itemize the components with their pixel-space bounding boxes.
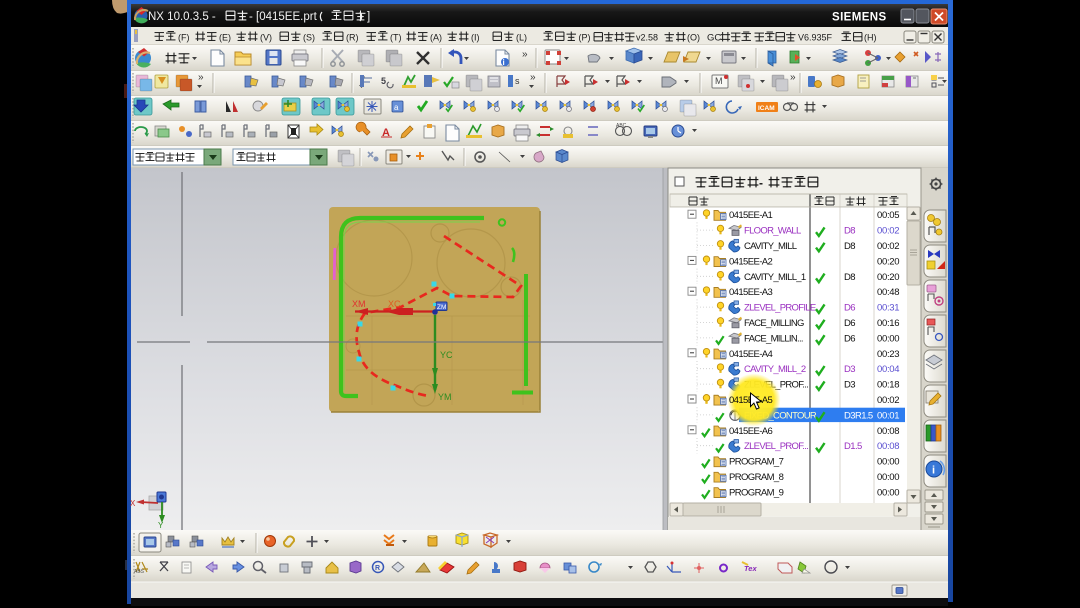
svg-text:(I): (I)	[471, 33, 480, 43]
svg-text:(R): (R)	[346, 33, 359, 43]
svg-text:CAVITY_MILL_1: CAVITY_MILL_1	[744, 272, 806, 283]
svg-text:ZLEVEL_PROF...: ZLEVEL_PROF...	[744, 441, 808, 452]
svg-text:00:48: 00:48	[877, 287, 899, 298]
svg-text:D3: D3	[844, 380, 855, 391]
svg-text:(V): (V)	[260, 33, 272, 43]
svg-text:00:02: 00:02	[877, 395, 899, 406]
svg-text:(E): (E)	[219, 33, 231, 43]
svg-text:FACE_MILLIN...: FACE_MILLIN...	[744, 333, 803, 344]
svg-text:i: i	[932, 465, 935, 477]
svg-text:R: R	[375, 565, 380, 572]
svg-text:D3: D3	[844, 364, 855, 375]
svg-text:»: »	[530, 72, 536, 83]
svg-text:V6.935F: V6.935F	[798, 33, 833, 43]
svg-text:ZLEVEL_PROFILE: ZLEVEL_PROFILE	[744, 303, 816, 314]
svg-text:ABC: ABC	[616, 123, 627, 129]
svg-text:NX 10.0.3.5 -: NX 10.0.3.5 -	[148, 11, 216, 23]
svg-text:(L): (L)	[516, 33, 527, 43]
svg-text:D6: D6	[844, 303, 855, 314]
svg-text:D3R1.5: D3R1.5	[844, 410, 873, 421]
svg-text:D8: D8	[844, 272, 855, 283]
svg-text:0415EE-A3: 0415EE-A3	[729, 287, 773, 298]
svg-text:0415EE-A6: 0415EE-A6	[729, 426, 773, 437]
svg-text:D1.5: D1.5	[844, 441, 862, 452]
svg-text:ICAM: ICAM	[758, 105, 775, 112]
svg-text:00:04: 00:04	[877, 364, 899, 375]
svg-text:Tex: Tex	[744, 564, 757, 573]
svg-text:FLOOR_WALL: FLOOR_WALL	[744, 226, 801, 237]
svg-text:a: a	[394, 103, 399, 112]
svg-text:GC: GC	[707, 33, 721, 44]
svg-text:00:01: 00:01	[877, 410, 899, 421]
svg-text:XM: XM	[352, 299, 366, 309]
svg-text:00:18: 00:18	[877, 380, 899, 391]
svg-text:»: »	[522, 49, 528, 60]
svg-text:X: X	[130, 499, 136, 508]
svg-text:00:00: 00:00	[877, 333, 899, 344]
svg-text:00:00: 00:00	[877, 472, 899, 483]
svg-text:FACE_MILLING: FACE_MILLING	[744, 318, 804, 329]
svg-text:(P): (P)	[579, 33, 591, 43]
svg-text:»: »	[790, 72, 796, 83]
svg-text:(S): (S)	[303, 33, 315, 43]
svg-text:PROGRAM_9: PROGRAM_9	[729, 487, 784, 498]
svg-text:00:02: 00:02	[877, 241, 899, 252]
svg-text:00:23: 00:23	[877, 349, 899, 360]
svg-text:00:16: 00:16	[877, 318, 899, 329]
svg-text:00:20: 00:20	[877, 256, 899, 267]
svg-text:YC: YC	[440, 350, 453, 360]
svg-text:ZM: ZM	[437, 304, 446, 311]
svg-text:00:00: 00:00	[877, 487, 899, 498]
svg-text:(A): (A)	[430, 33, 442, 43]
svg-text:00:08: 00:08	[877, 441, 899, 452]
svg-text:XC: XC	[388, 299, 401, 309]
svg-text:M: M	[715, 76, 723, 86]
svg-text:PROGRAM_7: PROGRAM_7	[729, 457, 784, 468]
svg-text:0415EE-A2: 0415EE-A2	[729, 256, 773, 267]
svg-text:D6: D6	[844, 318, 855, 329]
svg-text:D8: D8	[844, 241, 855, 252]
svg-text:]: ]	[367, 11, 370, 23]
svg-text:v2.58: v2.58	[636, 33, 658, 43]
svg-text:-: -	[759, 176, 763, 190]
svg-text:PROGRAM_8: PROGRAM_8	[729, 472, 784, 483]
svg-text:5: 5	[381, 76, 386, 86]
svg-text:00:00: 00:00	[877, 457, 899, 468]
svg-text:00:20: 00:20	[877, 272, 899, 283]
svg-text:00:02: 00:02	[877, 226, 899, 237]
svg-text:»: »	[198, 72, 204, 83]
svg-text:- [0415EE.prt: - [0415EE.prt	[249, 11, 318, 23]
svg-text:YM: YM	[438, 392, 452, 402]
svg-text:SIEMENS: SIEMENS	[832, 12, 887, 24]
svg-text:00:05: 00:05	[877, 210, 899, 221]
svg-text:(T): (T)	[390, 33, 402, 43]
svg-text:D8: D8	[844, 226, 855, 237]
svg-text:(O): (O)	[687, 33, 700, 43]
svg-text:0415EE-A4: 0415EE-A4	[729, 349, 773, 360]
svg-text:D6: D6	[844, 333, 855, 344]
svg-text:(F): (F)	[178, 33, 190, 43]
svg-text:ABS: ABS	[134, 569, 145, 575]
svg-text:0415EE-A1: 0415EE-A1	[729, 210, 773, 221]
svg-text:CAVITY_MILL: CAVITY_MILL	[744, 241, 797, 252]
svg-text:00:31: 00:31	[877, 303, 899, 314]
svg-text:i: i	[503, 58, 505, 67]
svg-text:(H): (H)	[864, 33, 877, 43]
svg-text:s: s	[515, 76, 520, 86]
svg-text:00:08: 00:08	[877, 426, 899, 437]
svg-text:Y: Y	[158, 521, 164, 530]
